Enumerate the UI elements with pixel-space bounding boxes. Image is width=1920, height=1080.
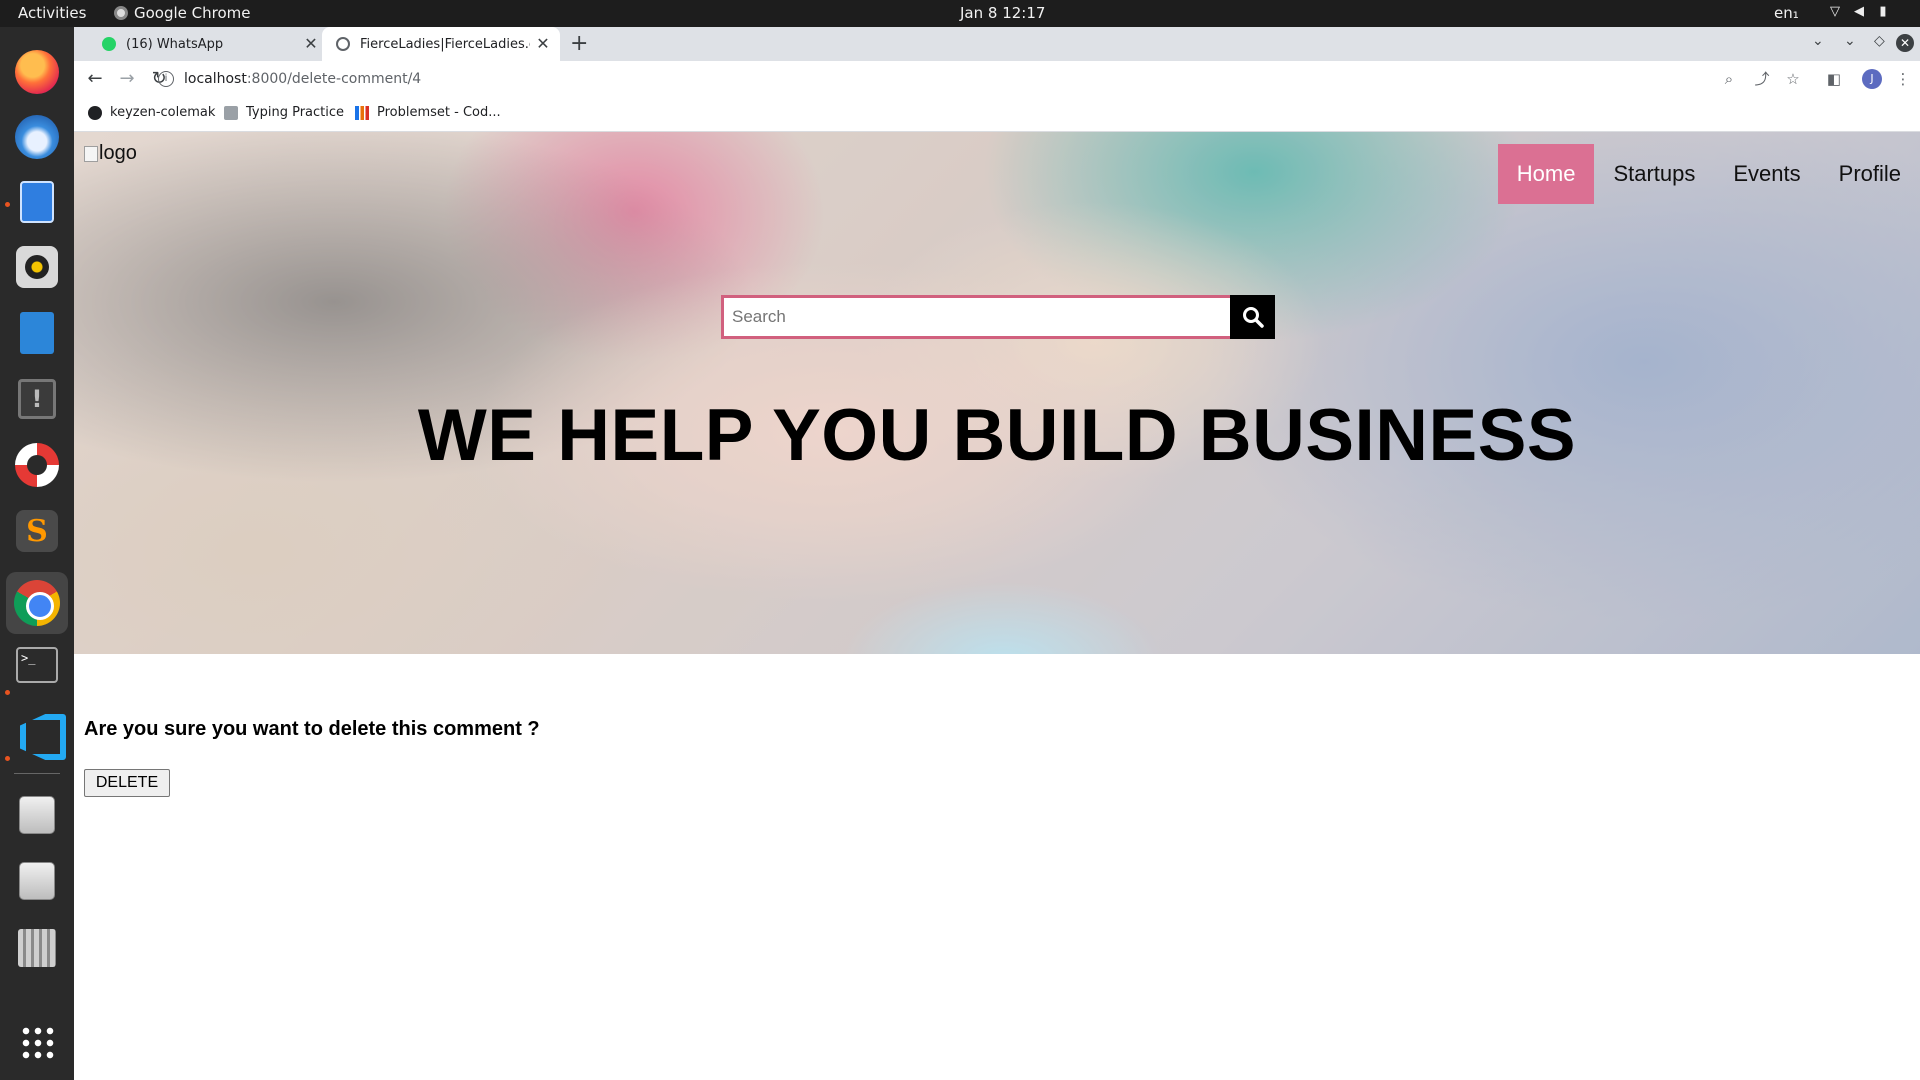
tab-title: FierceLadies|FierceLadies.com	[360, 36, 530, 52]
bookmarks-bar: keyzen-colemak Typing Practice Problemse…	[74, 97, 1920, 132]
search-icon	[1242, 307, 1264, 328]
tab-strip: (16) WhatsApp ✕ FierceLadies|FierceLadie…	[74, 27, 1920, 61]
running-indicator	[5, 690, 10, 695]
app-menu[interactable]: Google Chrome	[114, 4, 251, 22]
bookmark-star-icon[interactable]: ☆	[1784, 70, 1802, 88]
show-apps-button[interactable]	[12, 1017, 62, 1067]
delete-button[interactable]: DELETE	[84, 769, 170, 797]
chrome-small-icon	[114, 6, 128, 20]
tab-search-icon[interactable]: ⌄	[1812, 33, 1824, 49]
broken-image-icon	[84, 145, 98, 162]
drive-icon	[19, 796, 55, 834]
system-tray[interactable]: ▽ ◀ ▮	[1828, 5, 1890, 19]
thunderbird-icon	[15, 115, 59, 159]
share-icon[interactable]: ⤴	[1753, 70, 1771, 88]
files-icon	[20, 181, 54, 223]
sublime-launcher[interactable]: S	[12, 506, 62, 556]
firefox-launcher[interactable]	[12, 47, 62, 97]
writer-launcher[interactable]	[12, 308, 62, 358]
globe-icon	[336, 37, 350, 51]
files-launcher[interactable]	[12, 177, 62, 227]
firefox-icon	[15, 50, 59, 94]
nav-events[interactable]: Events	[1714, 144, 1819, 204]
side-panel-icon[interactable]: ◧	[1825, 70, 1843, 88]
clock[interactable]: Jan 8 12:17	[960, 4, 1045, 22]
lifebuoy-icon	[15, 443, 59, 487]
running-indicator	[5, 202, 10, 207]
help-launcher[interactable]	[12, 440, 62, 490]
new-tab-button[interactable]: +	[570, 32, 588, 56]
rhythmbox-icon	[16, 246, 58, 288]
system-top-bar: Activities Google Chrome Jan 8 12:17 en₁…	[0, 0, 1920, 27]
close-icon[interactable]: ✕	[302, 35, 320, 53]
running-indicator	[5, 756, 10, 761]
page-icon	[224, 105, 238, 120]
close-icon[interactable]: ✕	[534, 35, 552, 53]
main-nav: Home Startups Events Profile	[1497, 144, 1920, 204]
menu-icon[interactable]: ⋮	[1894, 70, 1912, 88]
vscode-launcher[interactable]	[12, 706, 62, 756]
zoom-icon[interactable]: ⌕	[1720, 70, 1738, 88]
browser-toolbar: ← → ↻ i localhost:8000/delete-comment/4 …	[74, 61, 1920, 97]
problem-reporter-launcher[interactable]: !	[12, 374, 62, 424]
profile-avatar[interactable]: J	[1862, 69, 1882, 89]
window-close-icon[interactable]: ✕	[1896, 34, 1914, 52]
globe-icon	[88, 105, 102, 120]
search-form	[721, 295, 1275, 339]
hero-headline: WE HELP YOU BUILD BUSINESS	[417, 395, 1577, 476]
delete-confirm-text: Are you sure you want to delete this com…	[84, 718, 540, 740]
search-input[interactable]	[721, 295, 1230, 339]
tab-title: (16) WhatsApp	[126, 36, 224, 52]
warning-icon: !	[18, 379, 56, 419]
nav-home[interactable]: Home	[1497, 144, 1595, 204]
volume-icon: ◀	[1854, 4, 1864, 19]
terminal-icon: >_	[16, 647, 58, 683]
thunderbird-launcher[interactable]	[12, 112, 62, 162]
bookmark-label: keyzen-colemak	[110, 105, 216, 120]
whatsapp-icon	[102, 37, 116, 51]
document-icon	[20, 312, 54, 354]
site-info-icon[interactable]: i	[158, 71, 174, 87]
rhythmbox-launcher[interactable]	[12, 242, 62, 292]
app-grid-icon	[20, 1025, 54, 1059]
logo-alt-text: logo	[99, 142, 137, 164]
site-logo[interactable]: logo	[84, 142, 137, 165]
battery-icon: ▮	[1879, 4, 1887, 19]
activities-button[interactable]: Activities	[18, 4, 86, 22]
chrome-icon	[14, 580, 60, 626]
maximize-icon[interactable]: ◇	[1874, 33, 1885, 49]
codeforces-icon	[355, 105, 369, 120]
terminal-launcher[interactable]: >_	[12, 640, 62, 690]
drive-launcher[interactable]	[12, 856, 62, 906]
hero-banner: logo Home Startups Events Profile WE HEL…	[74, 132, 1920, 654]
tab-whatsapp[interactable]: (16) WhatsApp ✕	[88, 27, 328, 61]
dock-separator	[14, 773, 60, 774]
bookmark-label: Problemset - Cod...	[377, 105, 501, 120]
tab-fierceladies[interactable]: FierceLadies|FierceLadies.com ✕	[322, 27, 560, 61]
bookmark-keyzen[interactable]: keyzen-colemak	[88, 105, 215, 120]
wifi-icon: ▽	[1830, 4, 1840, 19]
search-button[interactable]	[1230, 295, 1275, 339]
bookmark-problemset[interactable]: Problemset - Cod...	[355, 105, 501, 120]
chrome-launcher[interactable]	[6, 572, 68, 634]
app-menu-label: Google Chrome	[134, 4, 251, 22]
nav-profile[interactable]: Profile	[1820, 144, 1920, 204]
vscode-icon	[16, 710, 58, 752]
web-page: logo Home Startups Events Profile WE HEL…	[74, 132, 1920, 1080]
sublime-text-icon: S	[16, 510, 58, 552]
bookmark-label: Typing Practice	[246, 105, 345, 120]
address-bar[interactable]: i localhost:8000/delete-comment/4	[74, 64, 1674, 94]
drive-launcher[interactable]	[12, 790, 62, 840]
url-path: :8000/delete-comment/4	[246, 71, 422, 87]
minimize-icon[interactable]: ⌄	[1844, 33, 1856, 49]
drive-icon	[19, 862, 55, 900]
input-language[interactable]: en₁	[1774, 4, 1799, 22]
url-host: localhost	[184, 71, 247, 87]
nav-startups[interactable]: Startups	[1594, 144, 1714, 204]
bookmark-typing-practice[interactable]: Typing Practice	[224, 105, 344, 120]
trash-icon	[18, 929, 56, 967]
trash-launcher[interactable]	[12, 923, 62, 973]
dock: ! S >_	[0, 27, 74, 1080]
